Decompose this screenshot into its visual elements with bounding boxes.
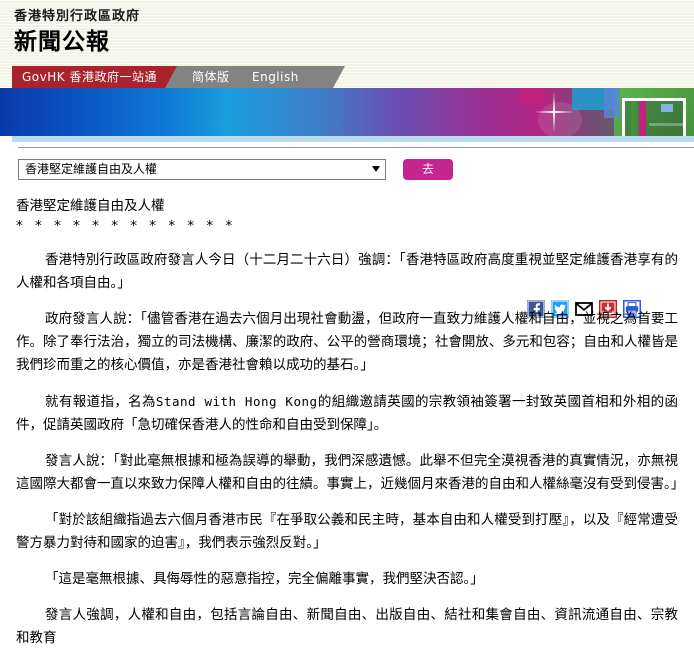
banner-photo-frame bbox=[622, 98, 686, 136]
article-separator-stars: * * * * * * * * * * * * bbox=[16, 216, 678, 236]
government-name: 香港特別行政區政府 bbox=[14, 8, 140, 26]
news-select-value: 香港堅定維護自由及人權 bbox=[25, 160, 157, 179]
article-headline: 香港堅定維護自由及人權 bbox=[16, 196, 678, 216]
banner-frame-line bbox=[649, 123, 683, 126]
article-paragraph: 發言人說：「對此毫無根據和極為誤導的舉動，我們深感遺憾。此舉不但完全漠視香港的真… bbox=[16, 450, 678, 496]
banner-blue-block bbox=[604, 88, 620, 118]
paragraph-text-before: 就有報道指，名為 bbox=[45, 394, 156, 410]
banner-frame-green-bar bbox=[631, 101, 637, 136]
tab-simplified-chinese[interactable]: 简体版 bbox=[192, 66, 230, 88]
decorative-banner bbox=[0, 88, 694, 136]
toolbar: 香港堅定維護自由及人權 去 bbox=[0, 142, 694, 190]
article-paragraph: 發言人強調，人權和自由，包括言論自由、新聞自由、出版自由、結社和集會自由、資訊流… bbox=[16, 604, 678, 650]
article-paragraph: 就有報道指，名為Stand with Hong Kong的組織邀請英國的宗教領袖… bbox=[16, 390, 678, 437]
news-select[interactable]: 香港堅定維護自由及人權 bbox=[18, 159, 386, 180]
tab-strip: GovHK 香港政府一站通 简体版 English bbox=[0, 66, 694, 88]
site-header: 香港特別行政區政府 新聞公報 bbox=[0, 0, 694, 66]
article-paragraph: 「對於該組織指過去六個月香港市民『在爭取公義和民主時，基本自由和人權受到打壓』，… bbox=[16, 509, 678, 555]
toolbar-divider bbox=[18, 147, 694, 148]
banner-frame-blue-square bbox=[661, 104, 673, 112]
chevron-down-icon[interactable] bbox=[372, 166, 380, 172]
banner-frame-magenta-bar bbox=[639, 101, 646, 136]
site-header-text: 香港特別行政區政府 新聞公報 bbox=[14, 8, 140, 57]
tab-govhk-label[interactable]: GovHK 香港政府一站通 bbox=[22, 66, 157, 88]
article-paragraph: 香港特別行政區政府發言人今日（十二月二十六日）強調：「香港特區政府高度重視並堅定… bbox=[16, 249, 678, 295]
article-paragraph: 「這是毫無根據、具侮辱性的惡意指控，完全偏離事實，我們堅決否認。」 bbox=[16, 568, 678, 591]
organisation-name: Stand with Hong Kong bbox=[156, 394, 318, 409]
tab-english[interactable]: English bbox=[252, 66, 299, 88]
page-title: 新聞公報 bbox=[14, 27, 140, 57]
go-button[interactable]: 去 bbox=[403, 159, 453, 180]
banner-sparkle-icon bbox=[534, 92, 574, 132]
article-paragraph: 政府發言人說：「儘管香港在過去六個月出現社會動盪，但政府一直致力維護人權和自由，… bbox=[16, 308, 678, 377]
